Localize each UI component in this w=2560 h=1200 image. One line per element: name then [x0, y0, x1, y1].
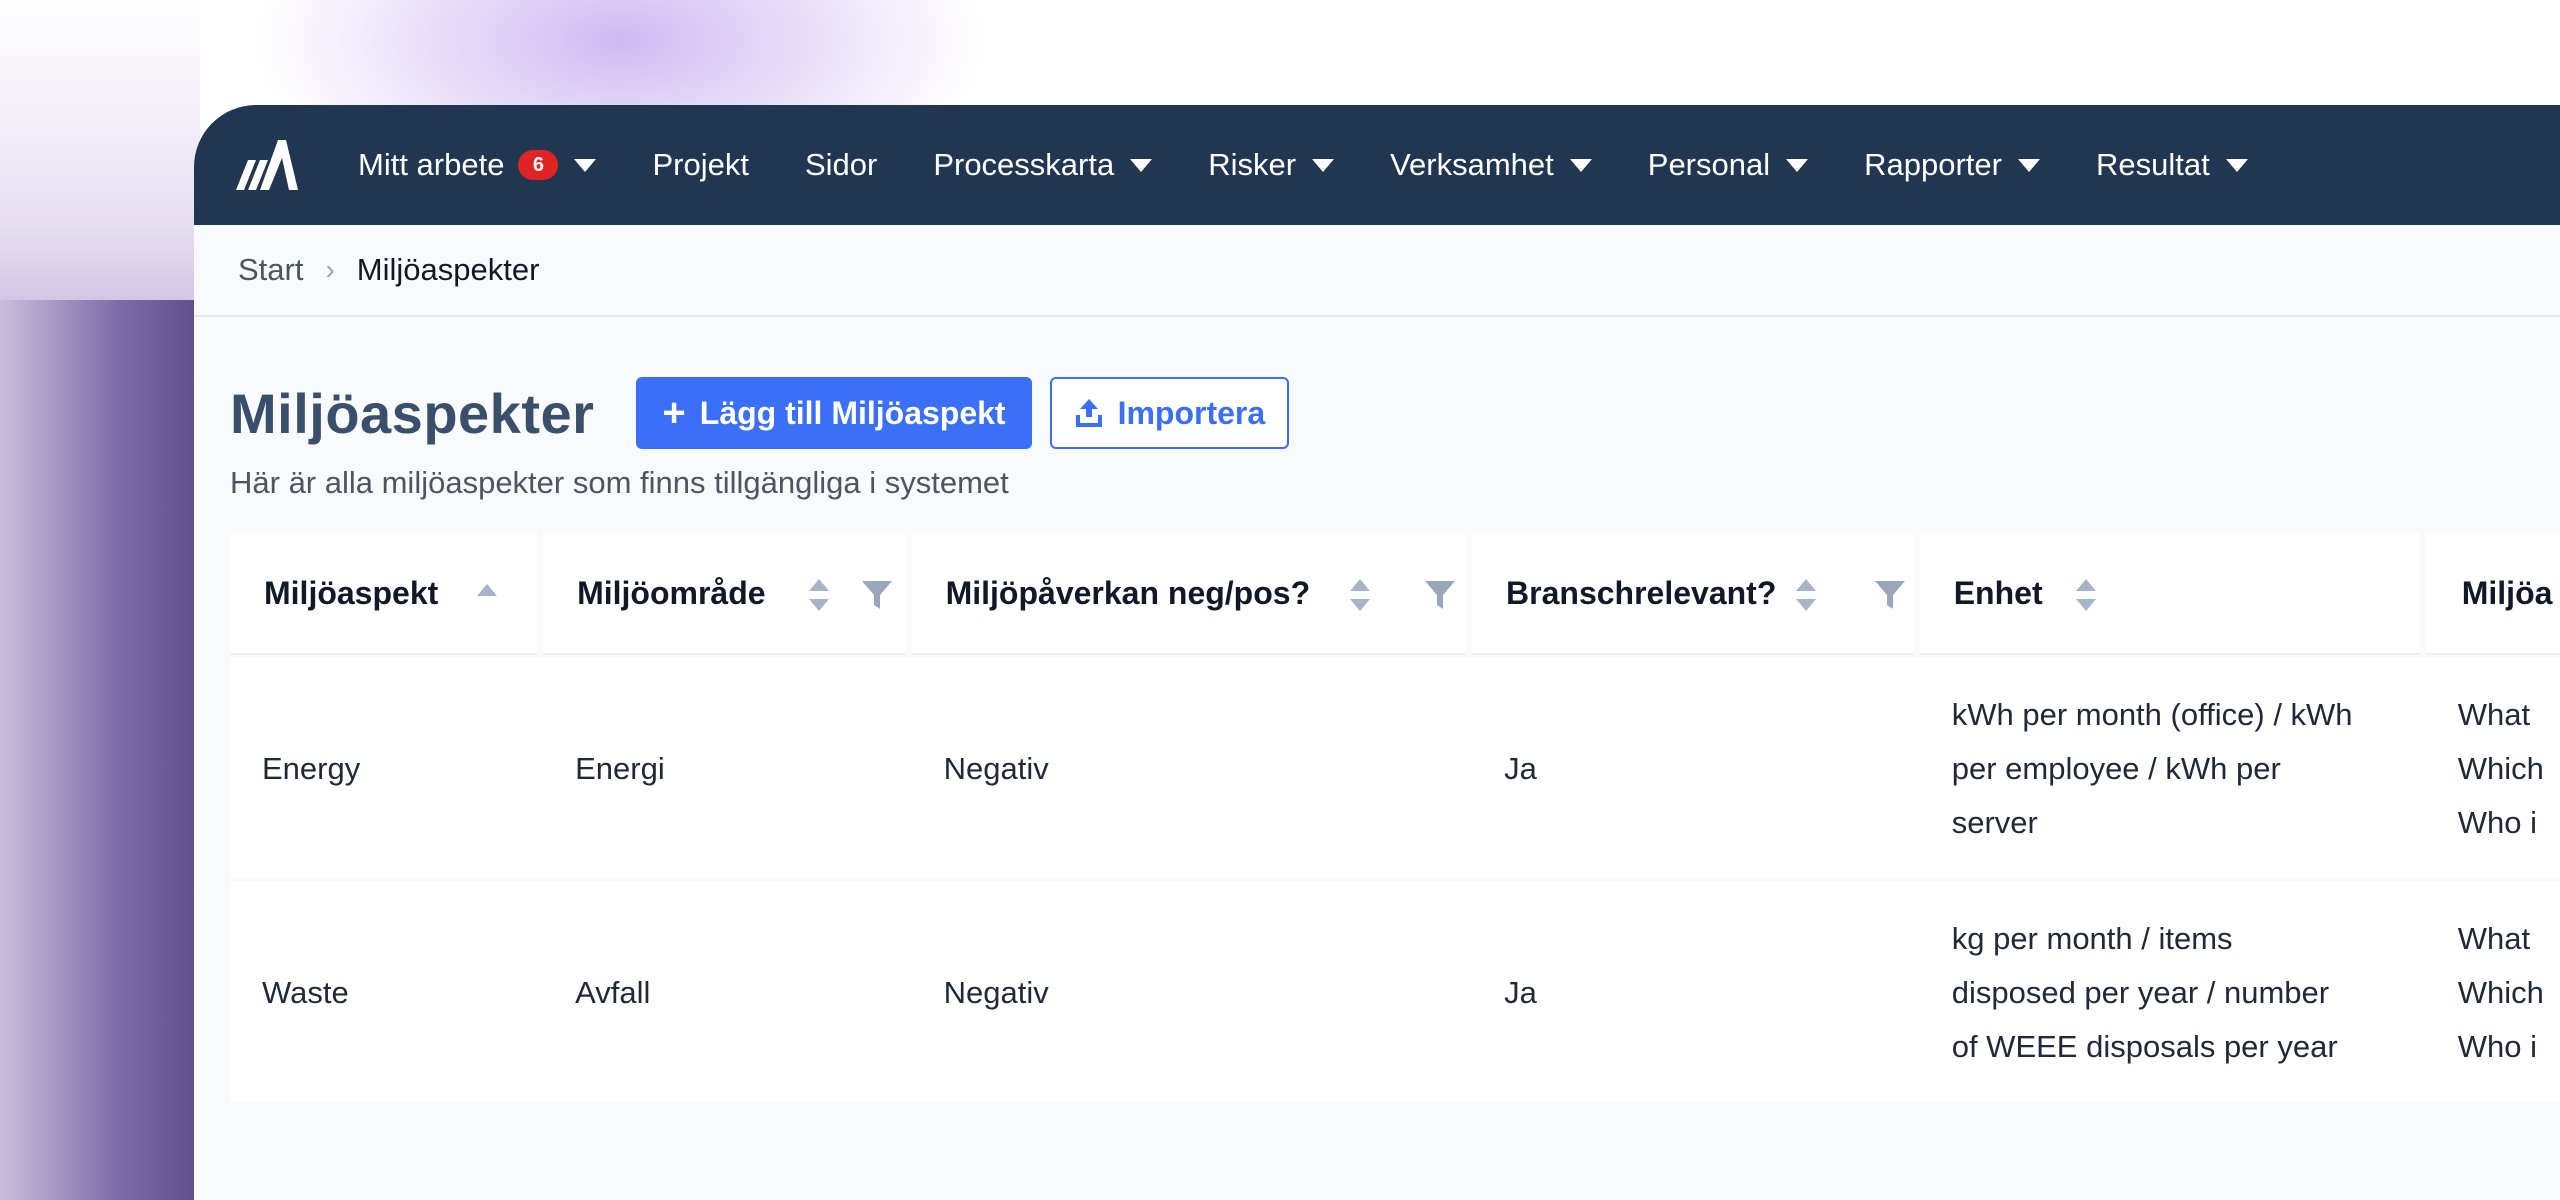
column-header-miljopaverkan[interactable]: Miljöpåverkan neg/pos? — [911, 533, 1467, 655]
page-title: Miljöaspekter — [230, 381, 595, 445]
caret-down-icon — [1569, 158, 1592, 172]
cell-enhet-line: of WEEE disposals per year — [1951, 1029, 2338, 1064]
cell-miljoa-line: Who i — [2457, 805, 2538, 840]
column-header-branschrelevant[interactable]: Branschrelevant? — [1472, 533, 1914, 655]
column-header-enhet[interactable]: Enhet — [1919, 533, 2420, 655]
table-row[interactable]: Energy Energi Negativ Ja kWh per month (… — [230, 659, 2560, 879]
miljoaspekter-table: Miljöaspekt Miljöområde Miljöpåverkan ne… — [230, 533, 2560, 1103]
column-header-miljoa[interactable]: Miljöa — [2425, 533, 2560, 655]
cell-miljoa-line: Who i — [2457, 1029, 2538, 1064]
sort-icon[interactable] — [807, 577, 831, 613]
column-header-label: Enhet — [1953, 574, 2043, 611]
cell-enhet-line: disposed per year / number — [1951, 975, 2330, 1010]
import-button[interactable]: Importera — [1049, 377, 1290, 449]
caret-down-icon — [574, 158, 597, 172]
import-label: Importera — [1117, 394, 1266, 431]
nav-projekt-label: Projekt — [652, 147, 749, 182]
nav-sidor[interactable]: Sidor — [805, 147, 877, 183]
cell-miljoomrade: Energi — [575, 751, 665, 786]
plus-icon: + — [662, 391, 686, 435]
nav-rapporter-label: Rapporter — [1864, 147, 2002, 182]
upload-icon — [1075, 399, 1102, 427]
page-subtitle: Här är alla miljöaspekter som finns till… — [230, 465, 1009, 500]
cell-miljoa: What Which Who i — [2426, 659, 2560, 879]
column-header-label: Miljöpåverkan neg/pos? — [945, 574, 1311, 611]
cell-miljoa-line: What — [2457, 921, 2531, 956]
breadcrumb-start-link[interactable]: Start — [238, 252, 303, 288]
cell-enhet-line: kg per month / items — [1951, 921, 2233, 956]
caret-down-icon — [1130, 158, 1153, 172]
nav-personal-label: Personal — [1647, 147, 1771, 182]
cell-miljoa-line: What — [2457, 697, 2531, 732]
nav-projekt[interactable]: Projekt — [652, 147, 748, 183]
cell-miljopaverkan: Negativ — [943, 751, 1049, 786]
column-header-label: Miljöaspekt — [264, 574, 439, 611]
cell-miljoomrade: Avfall — [575, 975, 651, 1010]
app-logo-icon[interactable] — [234, 137, 298, 193]
column-header-label: Miljöa — [2461, 574, 2553, 611]
column-header-miljoaspekt[interactable]: Miljöaspekt — [230, 533, 538, 655]
nav-processkarta-label: Processkarta — [933, 147, 1115, 182]
cell-miljoaspekt: Waste — [262, 975, 349, 1010]
cell-miljoa-line: Which — [2457, 975, 2544, 1010]
cell-miljopaverkan: Negativ — [943, 975, 1049, 1010]
cell-enhet-line: server — [1951, 805, 2038, 840]
caret-down-icon — [1312, 158, 1335, 172]
cell-miljoaspekt: Energy — [262, 751, 361, 786]
nav-processkarta[interactable]: Processkarta — [933, 147, 1153, 183]
notification-badge: 6 — [518, 150, 559, 180]
sort-asc-icon[interactable] — [476, 583, 498, 597]
cell-branschrelevant: Ja — [1504, 975, 1537, 1010]
cell-enhet: kWh per month (office) / kWh per employe… — [1920, 659, 2420, 879]
sort-icon[interactable] — [1794, 577, 1818, 613]
cell-branschrelevant: Ja — [1504, 751, 1537, 786]
top-navbar: Mitt arbete 6 Projekt Sidor Processkarta… — [194, 105, 2560, 225]
breadcrumb-current: Miljöaspekter — [356, 252, 540, 287]
column-header-label: Miljöområde — [577, 574, 766, 611]
breadcrumb: Start › Miljöaspekter — [194, 225, 2560, 317]
caret-down-icon — [2017, 158, 2040, 172]
nav-mitt-arbete[interactable]: Mitt arbete 6 — [358, 147, 597, 183]
page-header: Miljöaspekter + Lägg till Miljöaspekt Im… — [194, 377, 2560, 449]
nav-resultat[interactable]: Resultat — [2096, 147, 2248, 183]
column-header-miljoomrade[interactable]: Miljöområde — [543, 533, 906, 655]
cell-enhet-line: per employee / kWh per — [1951, 751, 2281, 786]
nav-risker[interactable]: Risker — [1208, 147, 1335, 183]
filter-icon[interactable] — [1874, 579, 1906, 611]
nav-risker-label: Risker — [1208, 147, 1297, 182]
nav-rapporter[interactable]: Rapporter — [1864, 147, 2040, 183]
nav-verksamhet-label: Verksamhet — [1390, 147, 1554, 182]
nav-mitt-arbete-label: Mitt arbete — [358, 147, 505, 182]
caret-down-icon — [2225, 158, 2248, 172]
nav-resultat-label: Resultat — [2095, 147, 2210, 182]
nav-personal[interactable]: Personal — [1647, 147, 1809, 183]
filter-icon[interactable] — [1424, 579, 1456, 611]
table-row[interactable]: Waste Avfall Negativ Ja kg per month / i… — [230, 883, 2560, 1103]
nav-verksamhet[interactable]: Verksamhet — [1390, 147, 1592, 183]
chevron-right-icon: › — [325, 254, 335, 285]
add-miljoaspekt-label: Lägg till Miljöaspekt — [699, 394, 1006, 431]
cell-enhet-line: kWh per month (office) / kWh — [1951, 697, 2353, 732]
cell-enhet: kg per month / items disposed per year /… — [1920, 883, 2420, 1103]
sort-icon[interactable] — [2074, 577, 2098, 613]
column-header-label: Branschrelevant? — [1506, 574, 1777, 611]
filter-icon[interactable] — [861, 579, 893, 611]
caret-down-icon — [1786, 158, 1809, 172]
add-miljoaspekt-button[interactable]: + Lägg till Miljöaspekt — [636, 377, 1032, 449]
cell-miljoa-line: Which — [2457, 751, 2544, 786]
nav-sidor-label: Sidor — [804, 147, 878, 182]
sort-icon[interactable] — [1348, 577, 1372, 613]
cell-miljoa: What Which Who i — [2426, 883, 2560, 1103]
table-header-row: Miljöaspekt Miljöområde Miljöpåverkan ne… — [230, 533, 2560, 655]
